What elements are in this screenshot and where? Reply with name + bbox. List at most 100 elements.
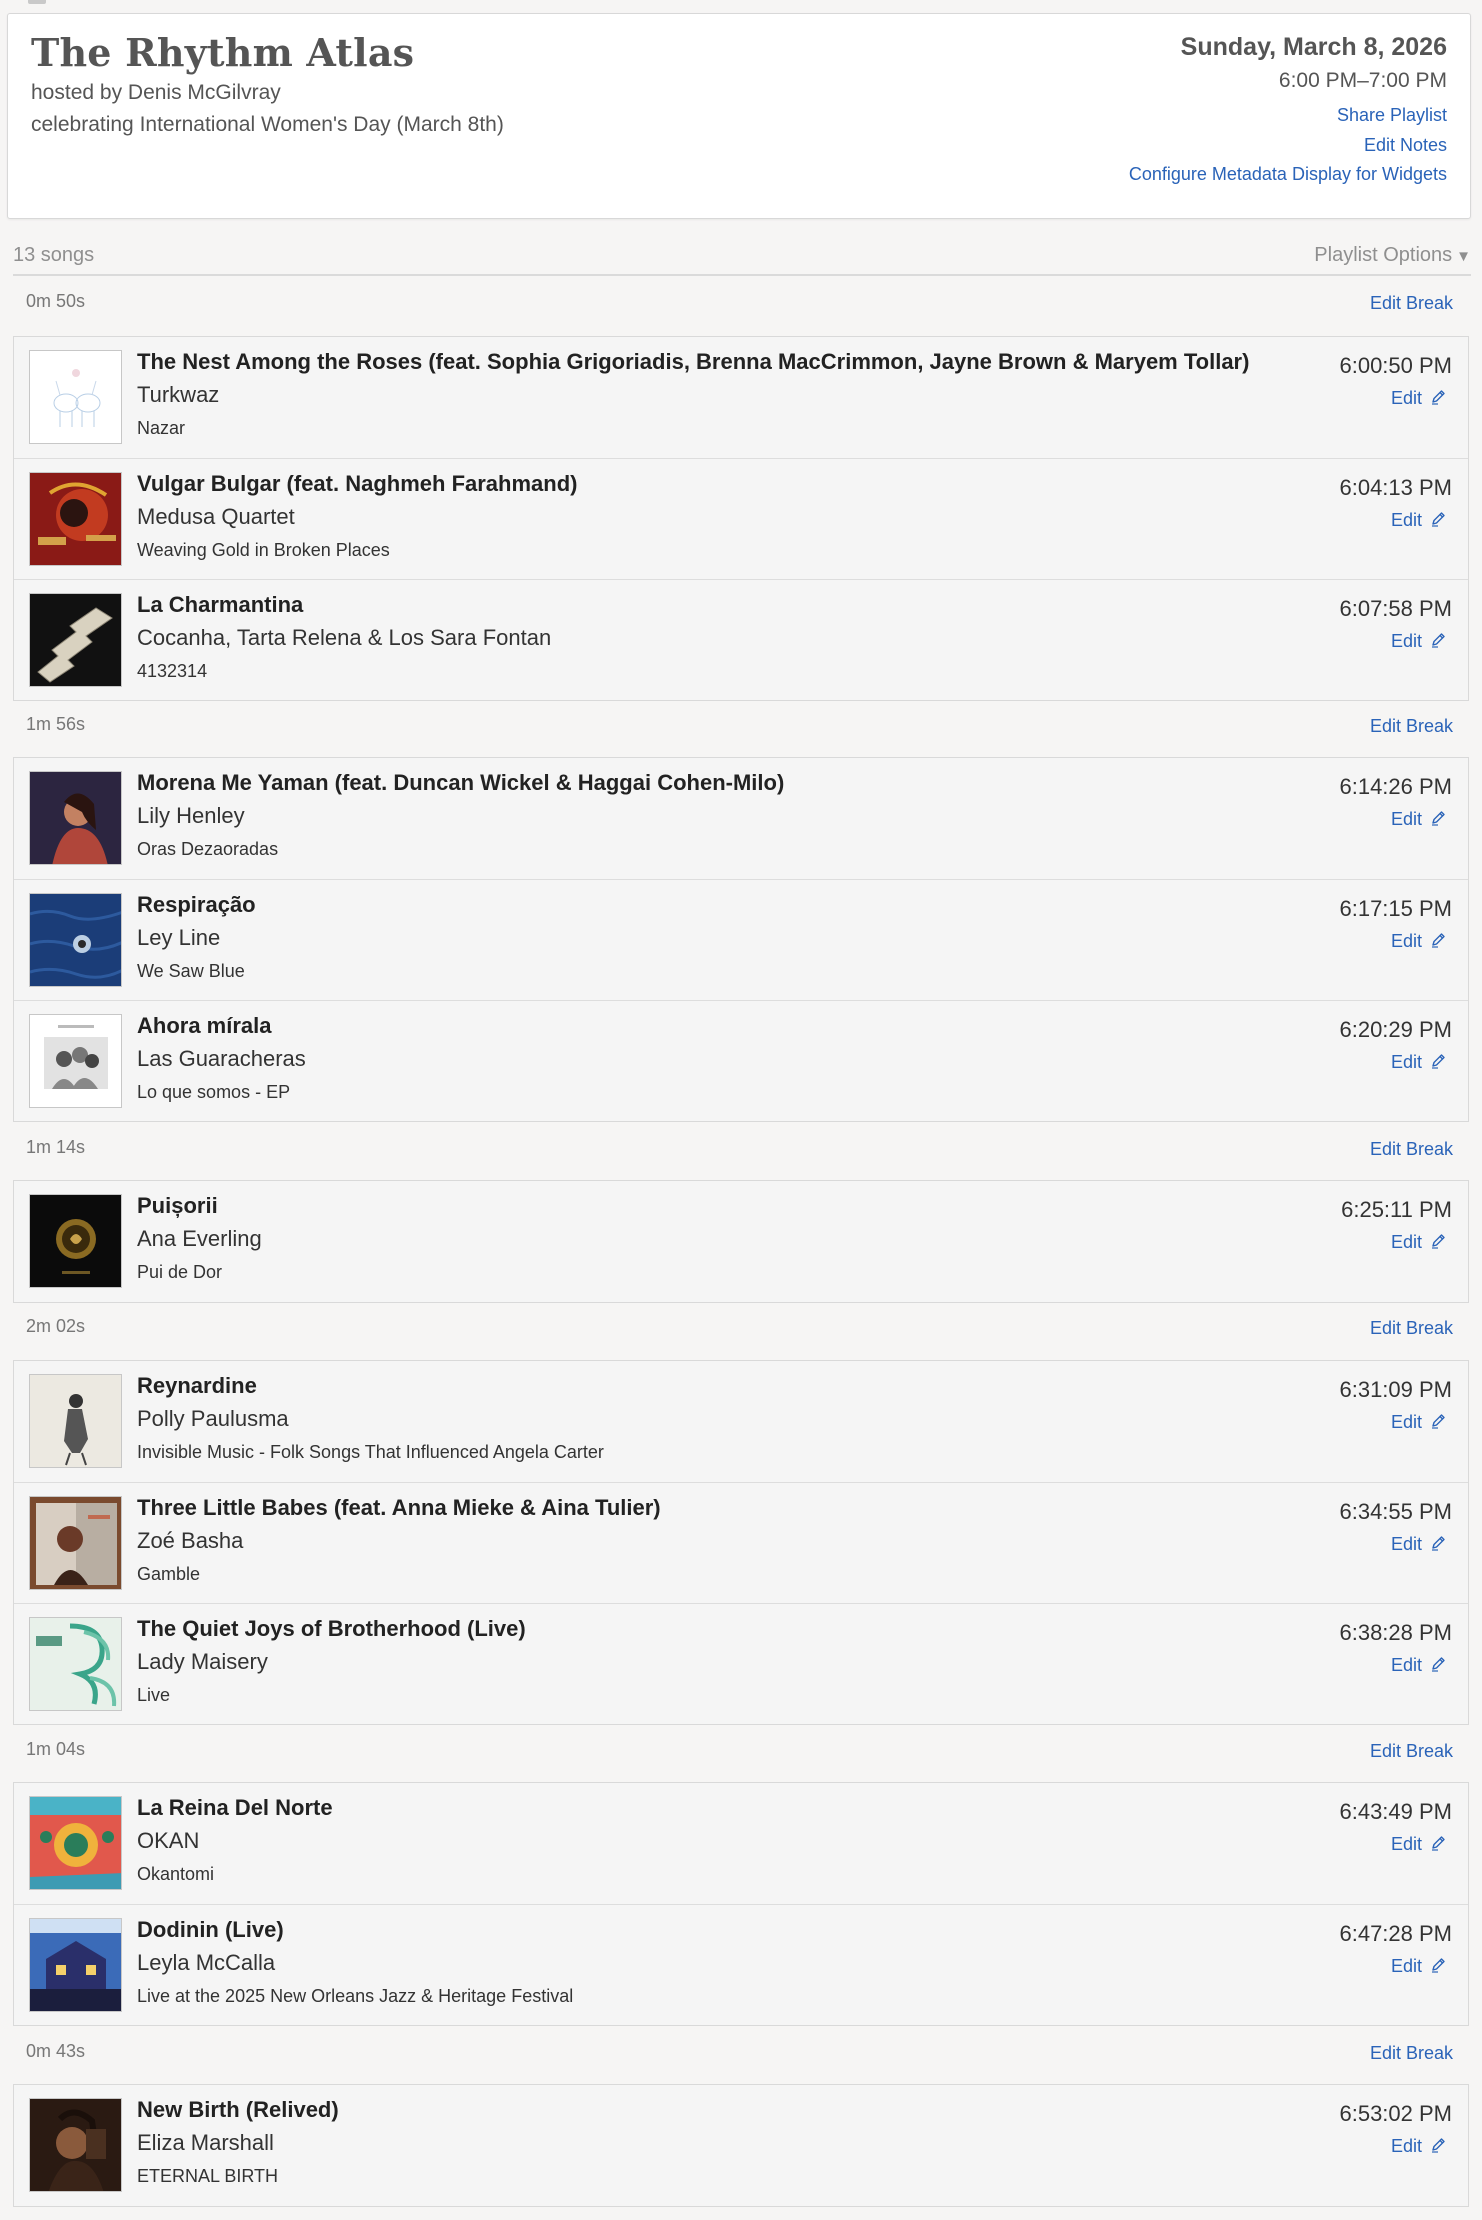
sketch-figure-art [29, 1374, 122, 1468]
song-start-time: 6:07:58 PM [1339, 596, 1452, 621]
edit-break-link[interactable]: Edit Break [1370, 716, 1453, 737]
song-row: Three Little Babes (feat. Anna Mieke & A… [14, 1482, 1468, 1603]
song-group: New Birth (Relived) Eliza Marshall ETERNAL… [13, 2084, 1469, 2207]
song-start-time: 6:17:15 PM [1339, 896, 1452, 921]
playlist-options-dropdown[interactable]: Playlist Options ▼ [1314, 244, 1471, 267]
break-duration: 1m 56s [26, 714, 86, 734]
pencil-icon [1430, 1835, 1446, 1851]
group-photo-art [29, 1014, 122, 1108]
edit-song-link[interactable]: Edit [1391, 2136, 1446, 2157]
song-artist: Eliza Marshall [137, 2130, 274, 2155]
song-start-time: 6:20:29 PM [1339, 1017, 1452, 1042]
edit-break-link[interactable]: Edit Break [1370, 2043, 1453, 2064]
song-artist: Cocanha, Tarta Relena & Los Sara Fontan [137, 625, 552, 650]
deer-art [29, 350, 122, 444]
top-edge-tab [28, 0, 46, 4]
song-start-time: 6:53:02 PM [1339, 2101, 1452, 2126]
edit-break-link[interactable]: Edit Break [1370, 1139, 1453, 1160]
song-artist: Ley Line [137, 925, 221, 950]
colorful-folk-art [29, 1796, 122, 1890]
edit-label: Edit [1390, 1052, 1422, 1072]
edit-song-link[interactable]: Edit [1391, 1534, 1446, 1555]
show-date: Sunday, March 8, 2026 [1180, 33, 1447, 61]
green-wave-art [29, 1617, 122, 1711]
framed-photo-art [29, 1496, 122, 1590]
song-start-time: 6:38:28 PM [1339, 1620, 1452, 1645]
share-playlist-link[interactable]: Share Playlist [1129, 105, 1447, 127]
song-album: ETERNAL BIRTH [137, 2166, 279, 2186]
song-album: Pui de Dor [137, 1262, 223, 1282]
song-title: La Charmantina [137, 592, 304, 617]
edit-song-link[interactable]: Edit [1391, 1412, 1446, 1433]
song-title: Respiração [137, 892, 256, 917]
song-title: Three Little Babes (feat. Anna Mieke & A… [137, 1495, 661, 1520]
edit-song-link[interactable]: Edit [1391, 809, 1446, 830]
pencil-icon [1430, 632, 1446, 648]
pencil-icon [1430, 1233, 1446, 1249]
song-group: Puișorii Ana Everling Pui de Dor 6:25:11 PM… [13, 1180, 1469, 1303]
song-group: La Reina Del Norte OKAN Okantomi 6:43:49 PM… [13, 1782, 1469, 2026]
song-row: The Quiet Joys of Brotherhood (Live) Lady… [14, 1603, 1468, 1724]
edit-label: Edit [1390, 510, 1422, 530]
song-row: Reynardine Polly Paulusma Invisible Music … [14, 1361, 1468, 1482]
song-count: 13 songs [13, 244, 95, 266]
edit-song-link[interactable]: Edit [1391, 1655, 1446, 1676]
song-album: Weaving Gold in Broken Places [137, 540, 390, 560]
gold-coin-art [29, 1194, 122, 1288]
song-title: Puișorii [137, 1193, 218, 1218]
break-duration: 2m 02s [26, 1316, 86, 1336]
show-time-range: 6:00 PM–7:00 PM [1278, 69, 1447, 92]
song-artist: Lady Maisery [137, 1649, 268, 1674]
playlist-toolbar: 13 songs Playlist Options ▼ [13, 238, 1471, 276]
dark-portrait-art [29, 2098, 122, 2192]
song-title: The Nest Among the Roses (feat. Sophia G… [137, 349, 1250, 374]
pencil-icon [1430, 2137, 1446, 2153]
song-title: The Quiet Joys of Brotherhood (Live) [137, 1616, 526, 1641]
pencil-icon [1430, 1656, 1446, 1672]
song-artist: Turkwaz [137, 382, 220, 407]
break-duration: 1m 04s [26, 1739, 86, 1759]
edit-song-link[interactable]: Edit [1391, 388, 1446, 409]
song-album: Invisible Music - Folk Songs That Influe… [137, 1442, 604, 1462]
song-start-time: 6:14:26 PM [1339, 774, 1452, 799]
edit-label: Edit [1390, 631, 1422, 651]
edit-song-link[interactable]: Edit [1391, 510, 1446, 531]
break-row: 1m 56s Edit Break [13, 710, 1471, 744]
song-row: Morena Me Yaman (feat. Duncan Wickel & H… [14, 758, 1468, 879]
edit-break-link[interactable]: Edit Break [1370, 1741, 1453, 1762]
show-description: celebrating International Women's Day (M… [31, 113, 504, 136]
song-title: La Reina Del Norte [137, 1795, 333, 1820]
song-title: Morena Me Yaman (feat. Duncan Wickel & H… [137, 770, 785, 795]
edit-label: Edit [1390, 1834, 1422, 1854]
edit-song-link[interactable]: Edit [1391, 931, 1446, 952]
show-meta: Sunday, March 8, 2026 6:00 PM–7:00 PM Sh… [1129, 32, 1447, 186]
song-start-time: 6:47:28 PM [1339, 1921, 1452, 1946]
song-start-time: 6:31:09 PM [1339, 1377, 1452, 1402]
edit-song-link[interactable]: Edit [1391, 631, 1446, 652]
edit-notes-link[interactable]: Edit Notes [1129, 135, 1447, 157]
edit-label: Edit [1390, 1655, 1422, 1675]
song-group: Reynardine Polly Paulusma Invisible Music … [13, 1360, 1469, 1725]
edit-song-link[interactable]: Edit [1391, 1232, 1446, 1253]
pencil-icon [1430, 389, 1446, 405]
pencil-icon [1430, 810, 1446, 826]
configure-metadata-link[interactable]: Configure Metadata Display for Widgets [1129, 164, 1447, 186]
song-start-time: 6:43:49 PM [1339, 1799, 1452, 1824]
song-start-time: 6:00:50 PM [1339, 353, 1452, 378]
dropdown-caret-icon: ▼ [1456, 248, 1471, 265]
edit-break-link[interactable]: Edit Break [1370, 293, 1453, 314]
edit-song-link[interactable]: Edit [1391, 1052, 1446, 1073]
song-album: Live [137, 1685, 171, 1705]
song-title: Vulgar Bulgar (feat. Naghmeh Farahmand) [137, 471, 578, 496]
zigzag-art [29, 593, 122, 687]
song-start-time: 6:04:13 PM [1339, 475, 1452, 500]
edit-song-link[interactable]: Edit [1391, 1956, 1446, 1977]
song-album: Gamble [137, 1564, 201, 1584]
edit-song-link[interactable]: Edit [1391, 1834, 1446, 1855]
song-album: Nazar [137, 418, 186, 438]
song-album: Lo que somos - EP [137, 1082, 291, 1102]
pencil-icon [1430, 1053, 1446, 1069]
song-group: The Nest Among the Roses (feat. Sophia G… [13, 336, 1469, 701]
edit-break-link[interactable]: Edit Break [1370, 1318, 1453, 1339]
edit-label: Edit [1390, 388, 1422, 408]
